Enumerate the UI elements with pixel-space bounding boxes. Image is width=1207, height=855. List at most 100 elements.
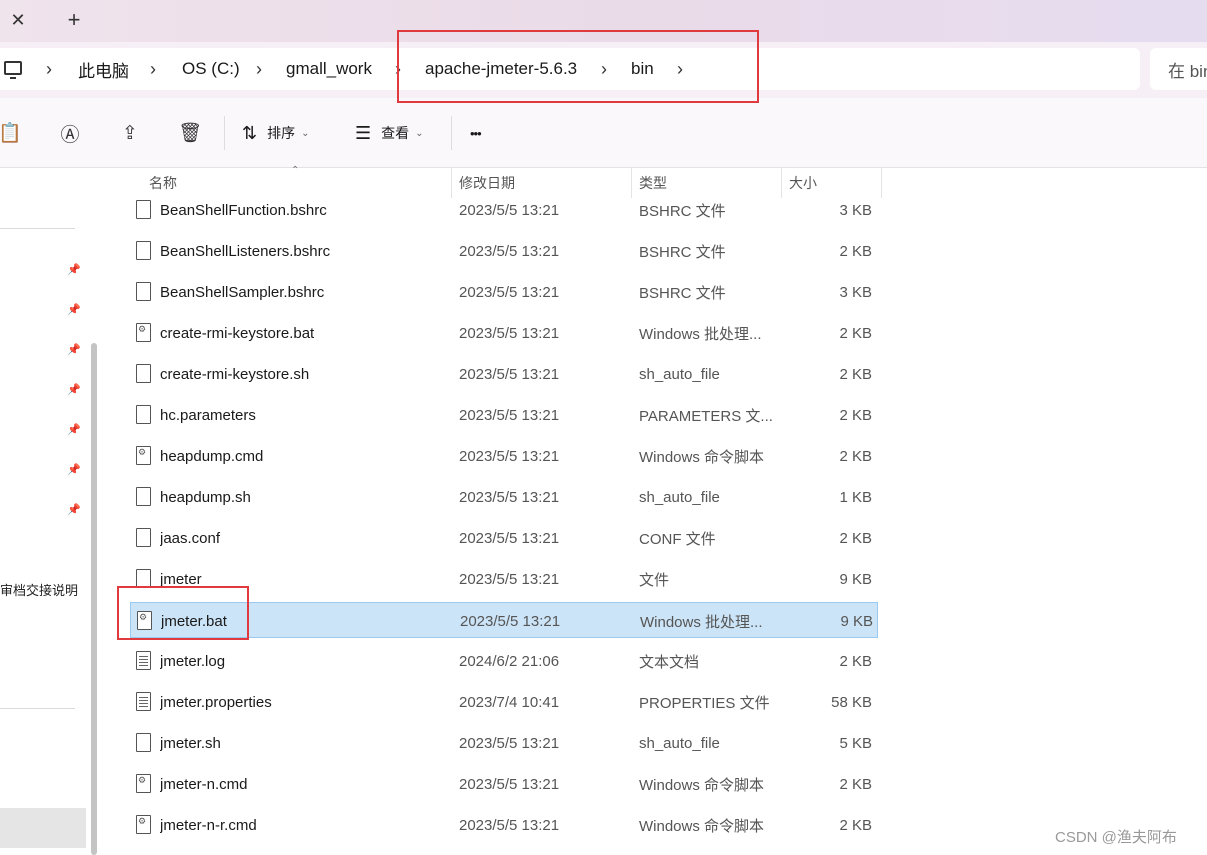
- file-date: 2023/5/5 13:21: [459, 283, 560, 301]
- file-name: create-rmi-keystore.bat: [160, 324, 315, 342]
- computer-icon[interactable]: [4, 61, 22, 79]
- file-date: 2023/7/4 10:41: [459, 693, 560, 711]
- file-row[interactable]: BeanShellSampler.bshrc 2023/5/5 13:21 BSHR…: [130, 274, 878, 310]
- rename-icon[interactable]: Ⓐ: [58, 122, 82, 146]
- close-tab-icon[interactable]: ✕: [4, 6, 32, 34]
- file-row[interactable]: create-rmi-keystore.bat 2023/5/5 13:21 Win…: [130, 315, 878, 351]
- file-name: heapdump.cmd: [160, 447, 264, 465]
- file-name: BeanShellListeners.bshrc: [160, 242, 331, 260]
- view-button[interactable]: ☰ 查看 ⌄: [355, 120, 424, 146]
- file-type: Windows 命令脚本: [639, 776, 765, 794]
- file-name: jmeter-n-r.cmd: [160, 816, 257, 834]
- chevron-down-icon: ⌄: [301, 127, 310, 139]
- share-icon[interactable]: ⇪: [118, 122, 142, 144]
- pin-icon[interactable]: 📌: [67, 262, 81, 276]
- file-row[interactable]: heapdump.cmd 2023/5/5 13:21 Windows 命令脚本 2 …: [130, 438, 878, 474]
- chevron-right-icon[interactable]: ›: [46, 48, 52, 90]
- file-type: PROPERTIES 文件: [639, 694, 770, 712]
- text-file-icon: [136, 651, 151, 670]
- breadcrumb-item-os-c[interactable]: OS (C:): [182, 48, 240, 90]
- file-icon: [136, 487, 151, 506]
- file-size: 2 KB: [839, 652, 872, 670]
- nav-scrollbar[interactable]: [91, 343, 97, 855]
- file-row[interactable]: jmeter-n-r.cmd 2023/5/5 13:21 Windows 命令脚本…: [130, 807, 878, 843]
- delete-icon[interactable]: 🗑: [178, 122, 202, 144]
- file-date: 2023/5/5 13:21: [459, 324, 560, 342]
- highlight-box-file: [117, 586, 249, 640]
- chevron-right-icon[interactable]: ›: [256, 48, 262, 90]
- file-type: 文本文档: [639, 653, 700, 671]
- file-row[interactable]: hc.parameters 2023/5/5 13:21 PARAMETERS 文.…: [130, 397, 878, 433]
- script-file-icon: [136, 774, 151, 793]
- paste-icon[interactable]: 📋: [0, 122, 22, 144]
- pin-icon[interactable]: 📌: [67, 342, 81, 356]
- file-row[interactable]: BeanShellListeners.bshrc 2023/5/5 13:21 BS…: [130, 233, 878, 269]
- file-date: 2023/5/5 13:21: [459, 242, 560, 260]
- file-size: 9 KB: [840, 612, 873, 630]
- file-name: create-rmi-keystore.sh: [160, 365, 310, 383]
- file-row[interactable]: jmeter.sh 2023/5/5 13:21 sh_auto_file 5 KB: [130, 725, 878, 761]
- file-row[interactable]: heapdump.sh 2023/5/5 13:21 sh_auto_file 1 K…: [130, 479, 878, 515]
- file-name: jmeter-n.cmd: [160, 775, 248, 793]
- file-icon: [136, 282, 151, 301]
- highlight-box-path: [397, 30, 759, 103]
- file-row[interactable]: jmeter.log 2024/6/2 21:06 文本文档 2 KB: [130, 643, 878, 679]
- file-name: BeanShellSampler.bshrc: [160, 283, 325, 301]
- file-type: Windows 命令脚本: [639, 448, 765, 466]
- file-date: 2023/5/5 13:21: [459, 529, 560, 547]
- nav-item-selected[interactable]: [0, 808, 86, 848]
- script-file-icon: [136, 815, 151, 834]
- file-type: sh_auto_file: [639, 365, 720, 383]
- file-row[interactable]: jaas.conf 2023/5/5 13:21 CONF 文件 2 KB: [130, 520, 878, 556]
- file-row[interactable]: create-rmi-keystore.sh 2023/5/5 13:21 sh_a…: [130, 356, 878, 392]
- file-date: 2023/5/5 13:21: [459, 775, 560, 793]
- file-type: Windows 批处理...: [639, 325, 762, 343]
- pin-icon[interactable]: 📌: [67, 382, 81, 396]
- file-name: jaas.conf: [160, 529, 221, 547]
- file-size: 5 KB: [839, 734, 872, 752]
- file-size: 2 KB: [839, 775, 872, 793]
- pin-icon[interactable]: 📌: [67, 462, 81, 476]
- pin-icon[interactable]: 📌: [67, 302, 81, 316]
- file-size: 9 KB: [839, 570, 872, 588]
- sort-icon: ⇅: [242, 122, 258, 143]
- breadcrumb-item-this-pc[interactable]: 此电脑: [78, 48, 129, 90]
- file-size: 2 KB: [839, 816, 872, 834]
- file-row[interactable]: jmeter.properties 2023/7/4 10:41 PROPERTIE…: [130, 684, 878, 720]
- file-date: 2023/5/5 13:21: [459, 447, 560, 465]
- file-type: sh_auto_file: [639, 488, 720, 506]
- pin-icon[interactable]: 📌: [67, 502, 81, 516]
- file-size: 2 KB: [839, 447, 872, 465]
- file-date: 2023/5/5 13:21: [459, 406, 560, 424]
- new-tab-button[interactable]: +: [60, 6, 88, 34]
- search-input[interactable]: 在 bin: [1150, 48, 1207, 90]
- file-date: 2023/5/5 13:21: [459, 488, 560, 506]
- pin-icon[interactable]: 📌: [67, 422, 81, 436]
- file-name: heapdump.sh: [160, 488, 251, 506]
- file-size: 2 KB: [839, 365, 872, 383]
- text-file-icon: [136, 692, 151, 711]
- file-type: Windows 批处理...: [640, 613, 763, 631]
- file-size: 58 KB: [831, 693, 872, 711]
- more-options-button[interactable]: •••: [470, 120, 482, 146]
- file-type: 文件: [639, 571, 670, 589]
- command-toolbar: 📋 Ⓐ ⇪ 🗑 ⇅ 排序 ⌄ ☰ 查看 ⌄ •••: [0, 98, 1207, 168]
- nav-divider: [0, 228, 75, 229]
- file-name: jmeter.sh: [160, 734, 221, 752]
- column-divider[interactable]: [881, 168, 882, 198]
- file-date: 2023/5/5 13:21: [459, 570, 560, 588]
- file-size: 3 KB: [839, 201, 872, 219]
- file-type: PARAMETERS 文...: [639, 407, 773, 425]
- file-row[interactable]: BeanShellFunction.bshrc 2023/5/5 13:21 BSH…: [130, 192, 878, 228]
- chevron-down-icon: ⌄: [415, 127, 424, 139]
- file-type: sh_auto_file: [639, 734, 720, 752]
- file-date: 2024/6/2 21:06: [459, 652, 560, 670]
- breadcrumb-item-gmall-work[interactable]: gmall_work: [286, 48, 372, 90]
- file-row[interactable]: jmeter-n.cmd 2023/5/5 13:21 Windows 命令脚本 2 …: [130, 766, 878, 802]
- file-icon: [136, 405, 151, 424]
- file-type: CONF 文件: [639, 530, 716, 548]
- nav-item-label[interactable]: 审档交接说明: [0, 580, 90, 599]
- sort-button[interactable]: ⇅ 排序 ⌄: [242, 120, 309, 146]
- chevron-right-icon[interactable]: ›: [150, 48, 156, 90]
- file-size: 2 KB: [839, 529, 872, 547]
